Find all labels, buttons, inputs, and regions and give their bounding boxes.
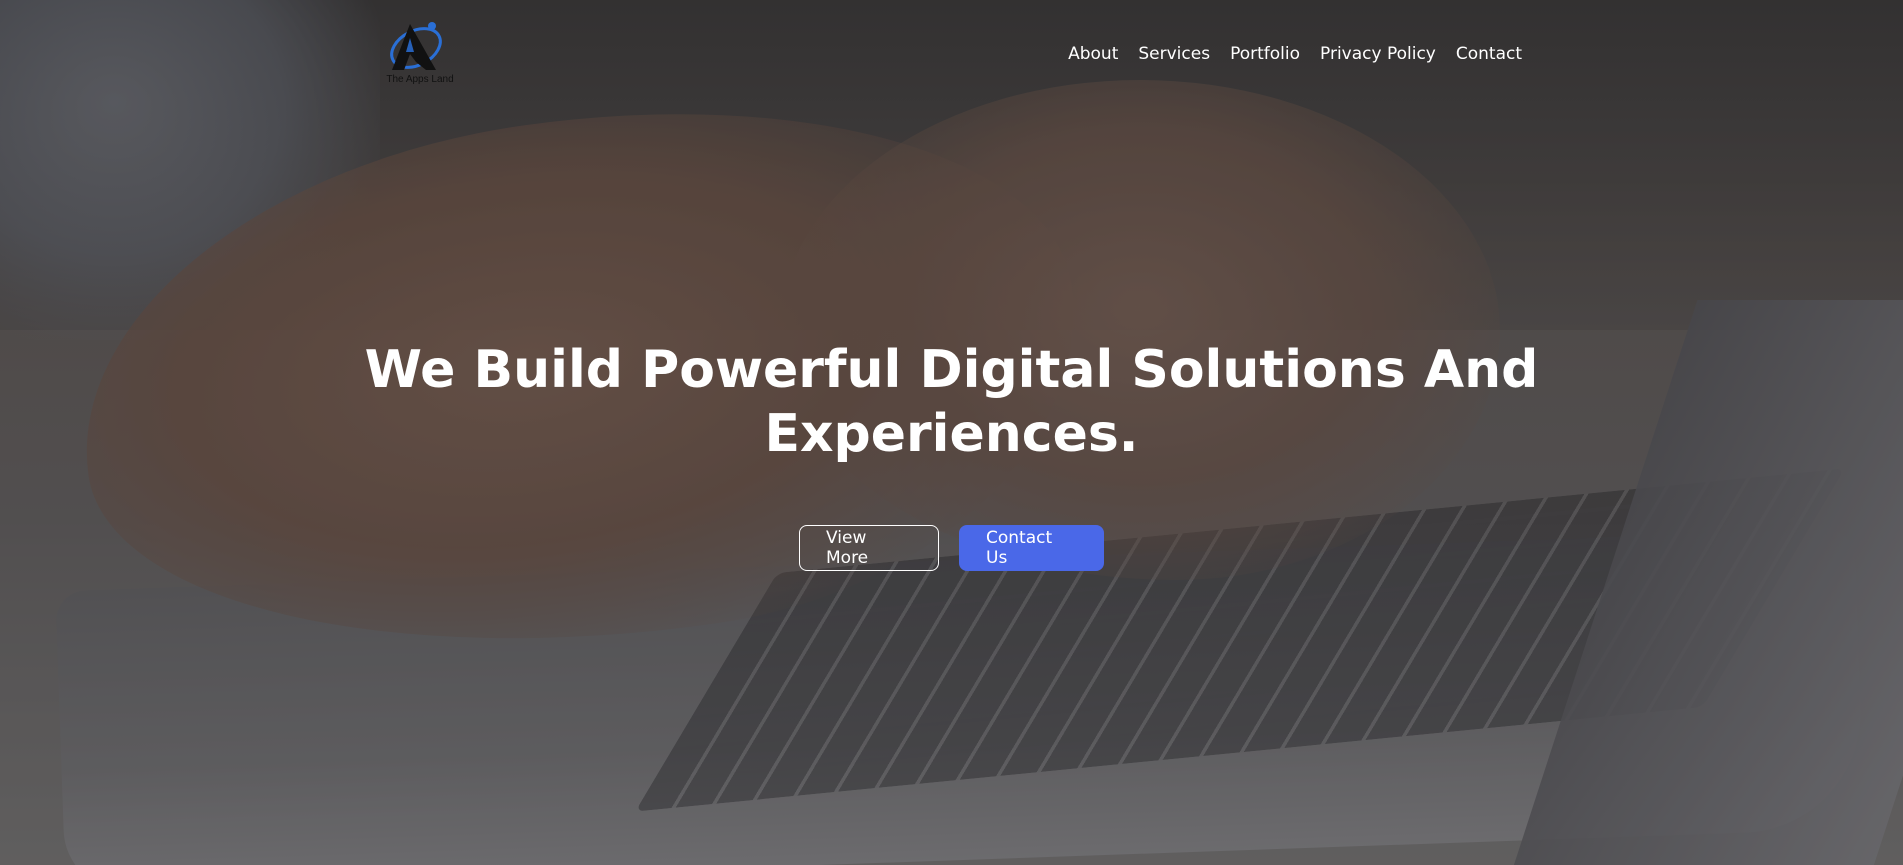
nav-link-portfolio[interactable]: Portfolio [1230, 44, 1300, 64]
main-nav: About Services Portfolio Privacy Policy … [1068, 44, 1522, 64]
hero-title-line-2: Experiences. [764, 404, 1139, 464]
nav-link-services[interactable]: Services [1138, 44, 1210, 64]
logo-mark-icon [390, 22, 442, 70]
hero-section: The Apps Land About Services Portfolio P… [0, 0, 1903, 865]
site-header: The Apps Land About Services Portfolio P… [0, 0, 1903, 110]
nav-link-about[interactable]: About [1068, 44, 1118, 64]
hero-actions: View More Contact Us [0, 525, 1903, 571]
logo[interactable]: The Apps Land [380, 18, 456, 90]
view-more-button[interactable]: View More [799, 525, 939, 571]
hero-title-line-1: We Build Powerful Digital Solutions And [364, 340, 1539, 400]
hero-title: We Build Powerful Digital Solutions And … [0, 338, 1903, 466]
logo-text: The Apps Land [386, 74, 454, 85]
contact-us-button[interactable]: Contact Us [959, 525, 1104, 571]
nav-link-contact[interactable]: Contact [1456, 44, 1522, 64]
nav-link-privacy-policy[interactable]: Privacy Policy [1320, 44, 1436, 64]
